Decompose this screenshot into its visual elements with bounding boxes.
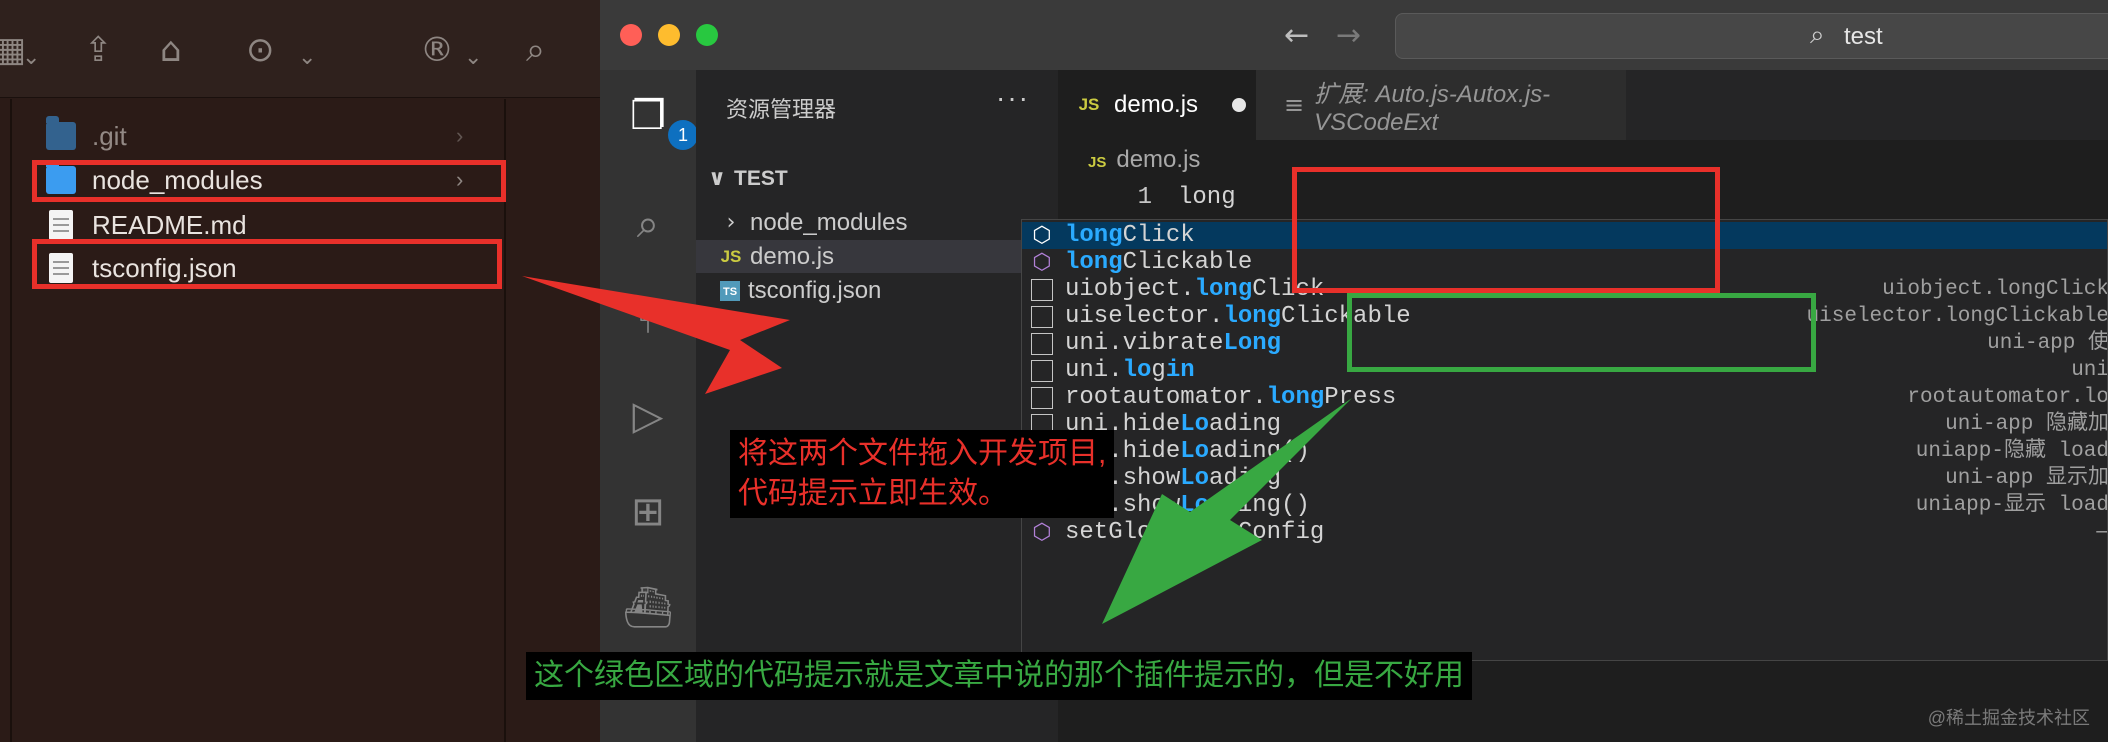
- red-note-line1: 将这两个文件拖入开发项目,: [738, 437, 1107, 470]
- green-annotation-note: 这个绿色区域的代码提示就是文章中说的那个插件提示的，但是不好用: [526, 652, 1472, 700]
- green-arrow: [1102, 398, 1352, 624]
- annotation-arrows: [522, 276, 1352, 624]
- red-annotation-note: 将这两个文件拖入开发项目, 代码提示立即生效。: [730, 430, 1115, 518]
- watermark: @稀土掘金技术社区: [1927, 708, 2090, 728]
- red-note-line2: 代码提示立即生效。: [738, 477, 1008, 510]
